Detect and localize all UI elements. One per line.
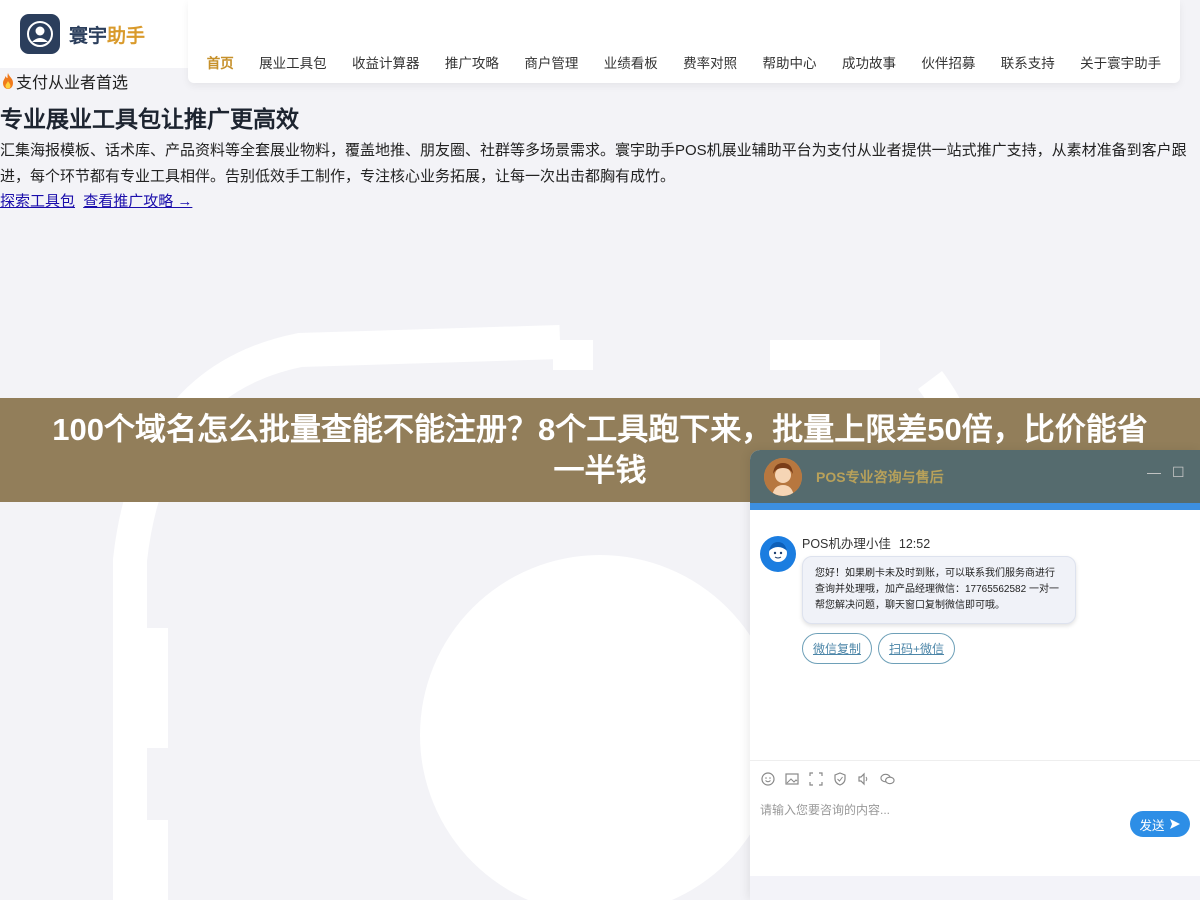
maximize-button[interactable]: ☐ [1172,464,1185,481]
nav-item-6[interactable]: 费率对照 [683,52,737,72]
hero-title: 专业展业工具包让推广更高效 [0,106,299,132]
quick-replies: 微信复制 扫码+微信 [802,633,956,664]
nav-item-1[interactable]: 展业工具包 [259,52,327,72]
fire-icon [3,73,13,89]
nav-item-2[interactable]: 收益计算器 [352,52,420,72]
brand-name: 寰宇助手 [69,25,146,47]
send-icon [1169,819,1180,829]
hero-links: 探索工具包 查看推广攻略 → [0,190,1200,211]
nav-item-11[interactable]: 关于寰宇助手 [1080,52,1161,72]
explore-toolkit-link[interactable]: 探索工具包 [0,193,75,210]
brand-logo[interactable]: 寰宇助手 [0,0,188,68]
send-button[interactable]: 发送 [1130,811,1190,837]
nav-item-5[interactable]: 业绩看板 [604,52,658,72]
nav-item-8[interactable]: 成功故事 [842,52,896,72]
chat-widget: POS专业咨询与售后 — ☐ POS机办理小佳 12:52 您好！如果刷卡未及时到… [750,450,1200,900]
nav-item-7[interactable]: 帮助中心 [763,52,817,72]
nav-item-9[interactable]: 伙伴招募 [921,52,975,72]
chat-header: POS专业咨询与售后 — ☐ [750,450,1200,510]
hero-badge: 支付从业者首选 [0,70,1200,92]
scan-wechat-button[interactable]: 扫码+微信 [878,633,956,664]
message-time: 12:52 [898,537,931,551]
hero-badge-text: 支付从业者首选 [16,75,129,92]
hero-description: 汇集海报模板、话术库、产品资料等全套展业物料，覆盖地推、朋友圈、社群等多场景需求… [0,142,1187,185]
voice-icon[interactable] [856,772,871,787]
emoji-icon[interactable] [760,772,775,787]
user-profile-icon [20,14,60,54]
agent-avatar [760,536,796,572]
copy-wechat-button[interactable]: 微信复制 [802,633,873,664]
chat-input-area: 发送 [750,797,1200,867]
rating-icon[interactable] [832,772,847,787]
chat-toolbar [750,761,1200,797]
message-input[interactable] [760,801,1120,841]
image-icon[interactable] [784,772,799,787]
chat-messages: POS机办理小佳 12:52 您好！如果刷卡未及时到账，可以联系我们服务商进行查询… [750,510,1200,760]
minimize-button[interactable]: — [1147,464,1161,480]
nav-list: 首页 展业工具包 收益计算器 推广攻略 商户管理 业绩看板 费率对照 帮助中心 成功故事 伙伴招募… [188,52,1180,72]
agent-meta: POS机办理小佳 12:52 [802,533,930,552]
chat-footer [750,876,1200,900]
agent-message: 您好！如果刷卡未及时到账，可以联系我们服务商进行查询并处理哦，加产品经理微信：1… [802,556,1076,624]
hero-section: 支付从业者首选 专业展业工具包让推广更高效 汇集海报模板、话术库、产品资料等全套… [0,70,1200,211]
nav-item-0[interactable]: 首页 [207,52,234,72]
support-avatar [764,457,802,496]
screenshot-icon[interactable] [808,772,823,787]
view-guide-link[interactable]: 查看推广攻略 → [83,193,192,210]
send-label: 发送 [1139,818,1165,833]
chat-title: POS专业咨询与售后 [816,468,944,485]
nav-item-4[interactable]: 商户管理 [524,52,578,72]
nav-item-3[interactable]: 推广攻略 [445,52,499,72]
wechat-icon[interactable] [880,772,895,787]
nav-item-10[interactable]: 联系支持 [1001,52,1055,72]
agent-name: POS机办理小佳 [802,537,891,551]
